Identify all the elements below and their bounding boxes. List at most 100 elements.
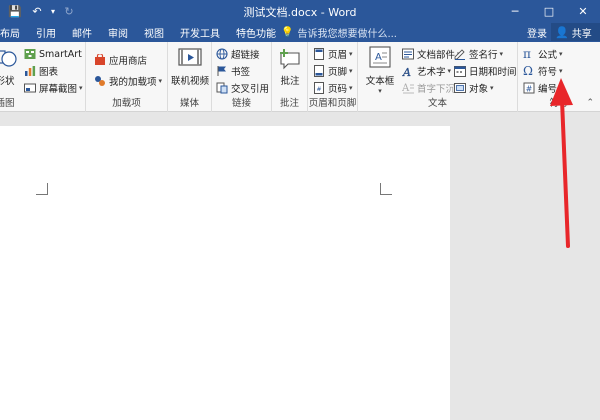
window-controls: ─ □ ✕ [498, 0, 600, 22]
lightbulb-icon: 💡 [281, 26, 294, 38]
textbox-button[interactable]: A 文本框 ▾ [360, 45, 400, 95]
drop-cap-icon: A [402, 83, 414, 94]
my-addins-label: 我的加载项 [109, 77, 157, 88]
drop-cap-button[interactable]: A 首字下沉 ▾ [402, 80, 461, 96]
tab-0[interactable]: 布局 [0, 22, 28, 42]
chevron-down-icon: ▾ [79, 84, 83, 92]
quick-parts-button[interactable]: 文档部件 ▾ [402, 46, 461, 62]
chart-icon [25, 66, 36, 76]
svg-text:#: # [316, 86, 321, 93]
chevron-down-icon: ▾ [349, 84, 353, 92]
tab-2[interactable]: 邮件 [64, 22, 100, 42]
svg-text:A: A [375, 52, 382, 63]
bookmark-label: 书签 [231, 67, 251, 78]
numbering-icon: # [523, 82, 535, 94]
chevron-down-icon: ▾ [559, 50, 563, 58]
chevron-down-icon: ▾ [378, 87, 382, 95]
tab-3[interactable]: 审阅 [100, 22, 136, 42]
wordart-label: 艺术字 [417, 67, 446, 78]
tab-4[interactable]: 视图 [136, 22, 172, 42]
equation-label: 公式 [538, 50, 558, 61]
chevron-down-icon: ▾ [349, 50, 353, 58]
title-bar: 💾 ↶ ▾ ↻ 测试文档.docx - Word ─ □ ✕ [0, 0, 600, 22]
restore-button[interactable]: □ [532, 0, 566, 22]
object-icon [454, 83, 466, 93]
video-icon [178, 48, 202, 66]
share-label: 共享 [571, 28, 592, 40]
new-comment-label: 批注 [280, 76, 300, 87]
new-comment-button[interactable]: 批注 [270, 45, 310, 87]
chevron-down-icon: ▾ [349, 67, 353, 75]
svg-text:A: A [402, 83, 410, 94]
signature-icon [454, 49, 465, 60]
wordart-button[interactable]: A 艺术字 ▾ [402, 63, 451, 79]
svg-text:A: A [402, 66, 411, 77]
group-media: 联机视频 媒体 [168, 42, 212, 112]
shapes-button[interactable]: 形状 [0, 45, 20, 87]
equation-button[interactable]: π 公式 ▾ [523, 46, 563, 62]
group-label-comments: 批注 [279, 98, 299, 109]
screenshot-button[interactable]: 屏幕截图 ▾ [24, 80, 83, 96]
group-text: A 文本框 ▾ 文档部件 ▾ A 艺术字 ▾ [358, 42, 518, 112]
group-label-links: 链接 [231, 98, 251, 109]
header-button[interactable]: 页眉 ▾ [313, 46, 353, 62]
date-time-label: 日期和时间 [469, 67, 517, 78]
tell-me-text: 告诉我您想要做什么... [297, 28, 397, 40]
quick-parts-label: 文档部件 [417, 50, 456, 61]
group-label-illustrations: 插图 [0, 98, 15, 109]
group-header-footer: 页眉 ▾ 页脚 ▾ # 页码 ▾ 页眉和页脚 [308, 42, 358, 112]
smartart-button[interactable]: SmartArt [24, 46, 82, 62]
share-button[interactable]: 👤 共享 [551, 23, 600, 41]
drop-cap-label: 首字下沉 [417, 84, 456, 95]
omega-icon: Ω [523, 64, 533, 78]
minimize-button[interactable]: ─ [498, 0, 532, 22]
annotation-arrow [550, 78, 573, 248]
textbox-icon: A [369, 46, 391, 68]
store-button[interactable]: 应用商店 [94, 52, 147, 68]
chevron-down-icon: ▾ [447, 67, 452, 75]
group-addins: 应用商店 我的加载项 ▾ 加载项 [86, 42, 168, 112]
chevron-down-icon: ▾ [499, 50, 504, 58]
chart-button[interactable]: 图表 [24, 63, 58, 79]
document-page[interactable] [0, 126, 450, 420]
wordart-icon: A [402, 66, 411, 77]
margin-marker-top-right [380, 183, 392, 195]
margin-marker-top-left [36, 183, 48, 195]
store-icon [95, 54, 105, 65]
online-video-button[interactable]: 联机视频 [170, 45, 210, 87]
hyperlink-button[interactable]: 超链接 [216, 46, 260, 62]
ribbon-tab-bar: 布局 引用 邮件 审阅 视图 开发工具 特色功能 💡 告诉我您想要做什么... 登录 👤 共… [0, 22, 600, 42]
document-area[interactable] [0, 112, 600, 420]
signature-line-button[interactable]: 签名行 ▾ [454, 46, 503, 62]
tab-6[interactable]: 特色功能 [228, 22, 284, 42]
footer-button[interactable]: 页脚 ▾ [313, 63, 353, 79]
sign-in-link[interactable]: 登录 [527, 22, 547, 42]
footer-icon [314, 65, 324, 77]
bookmark-icon [217, 66, 226, 76]
close-button[interactable]: ✕ [566, 0, 600, 22]
my-addins-button[interactable]: 我的加载项 ▾ [94, 73, 162, 89]
store-label: 应用商店 [109, 56, 148, 67]
hyperlink-label: 超链接 [231, 50, 260, 61]
object-button[interactable]: 对象 ▾ [454, 80, 494, 96]
group-label-media: 媒体 [179, 98, 199, 109]
group-label-addins: 加载项 [112, 98, 141, 109]
comment-icon [280, 49, 300, 70]
bookmark-button[interactable]: 书签 [216, 63, 250, 79]
page-number-icon: # [314, 82, 324, 94]
shapes-label: 形状 [0, 76, 15, 87]
screenshot-icon [24, 83, 36, 93]
cross-reference-button[interactable]: 交叉引用 [216, 80, 269, 96]
textbox-label: 文本框 [365, 76, 395, 87]
page-number-button[interactable]: # 页码 ▾ [313, 80, 353, 96]
tell-me-box[interactable]: 💡 告诉我您想要做什么... [281, 22, 397, 42]
page-number-label: 页码 [328, 84, 348, 95]
pi-icon: π [523, 47, 531, 61]
tab-1[interactable]: 引用 [28, 22, 64, 42]
date-time-button[interactable]: 日期和时间 [454, 63, 517, 79]
chart-label: 图表 [39, 67, 59, 78]
header-icon [314, 48, 324, 60]
calendar-icon [454, 66, 466, 77]
cross-reference-label: 交叉引用 [231, 84, 270, 95]
tab-5[interactable]: 开发工具 [172, 22, 228, 42]
